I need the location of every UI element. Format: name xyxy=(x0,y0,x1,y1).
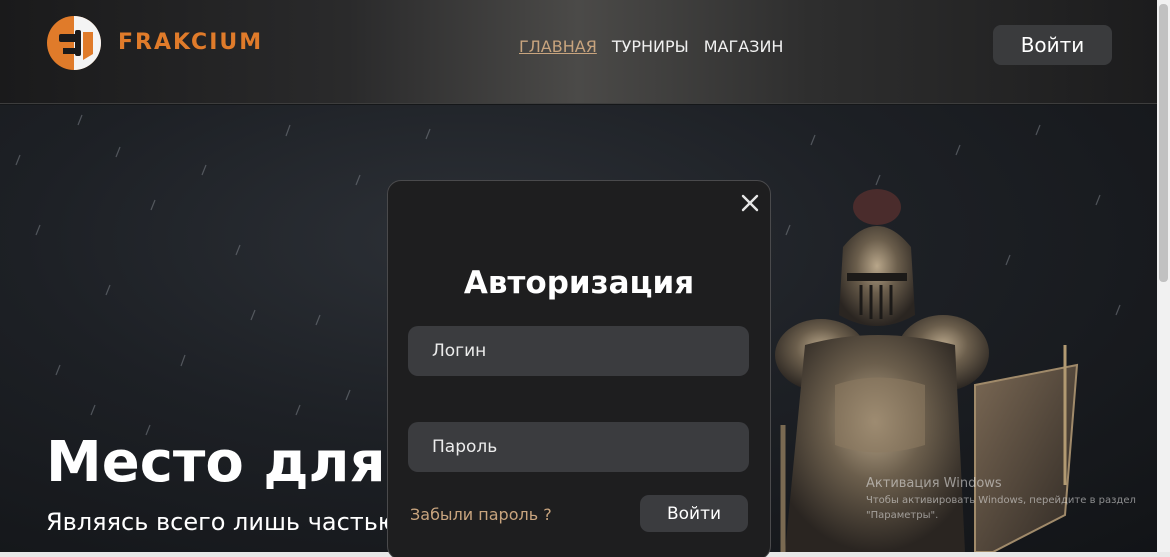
windows-activation-watermark: Активация Windows Чтобы активировать Win… xyxy=(866,476,1146,523)
header-login-button[interactable]: Войти xyxy=(993,25,1112,65)
scrollbar-thumb[interactable] xyxy=(1159,4,1168,282)
close-icon xyxy=(741,194,759,212)
site-header: FRAKCIUM ГЛАВНАЯ ТУРНИРЫ МАГАЗИН Войти xyxy=(0,0,1157,104)
login-input[interactable] xyxy=(408,326,749,376)
page-scrollbar[interactable] xyxy=(1157,0,1170,552)
close-button[interactable] xyxy=(738,191,762,215)
nav-link-home[interactable]: ГЛАВНАЯ xyxy=(519,37,597,56)
hero-subtitle: Являясь всего лишь частью xyxy=(46,508,399,536)
main-nav: ГЛАВНАЯ ТУРНИРЫ МАГАЗИН xyxy=(519,37,783,56)
password-input[interactable] xyxy=(408,422,749,472)
modal-title: Авторизация xyxy=(463,265,695,301)
nav-link-tournaments[interactable]: ТУРНИРЫ xyxy=(612,37,689,56)
nav-link-shop[interactable]: МАГАЗИН xyxy=(704,37,784,56)
watermark-text: Чтобы активировать Windows, перейдите в … xyxy=(866,495,1136,521)
logo-text[interactable]: FRAKCIUM xyxy=(118,30,263,55)
forgot-password-link[interactable]: Забыли пароль ? xyxy=(410,505,552,524)
modal-login-button[interactable]: Войти xyxy=(640,495,748,532)
watermark-title: Активация Windows xyxy=(866,476,1002,491)
frakcium-logo-icon[interactable] xyxy=(45,14,103,72)
auth-modal: Авторизация Забыли пароль ? Войти xyxy=(387,180,771,557)
